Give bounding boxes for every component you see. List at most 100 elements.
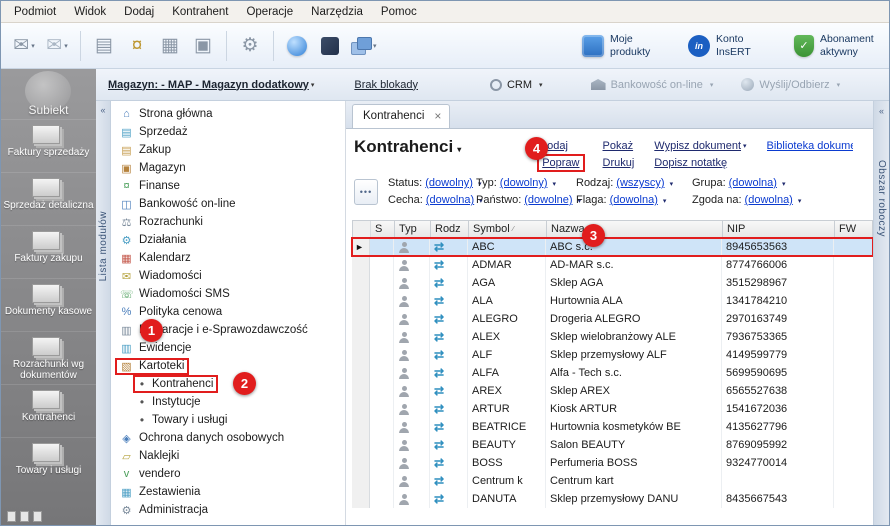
tree-item[interactable]: % Polityka cenowa bbox=[111, 303, 345, 321]
module-button[interactable]: Dokumenty kasowe bbox=[1, 278, 96, 331]
wypisz-dokument-link[interactable]: Wypisz dokument bbox=[654, 140, 741, 152]
tree-item[interactable]: • Instytucje bbox=[111, 393, 345, 411]
row-selector-cell[interactable] bbox=[352, 490, 370, 508]
filter-value[interactable]: (dowolna) bbox=[745, 194, 793, 206]
wyslij-odbierz-button[interactable]: Wyślij/Odbierz ▾ bbox=[741, 78, 840, 91]
header-nazwa[interactable]: Nazwa bbox=[547, 221, 723, 237]
table-row[interactable]: ⇄ ALEGRO Drogeria ALEGRO 2970163749 bbox=[352, 310, 873, 328]
module-button[interactable]: Rozrachunki wg dokumentów bbox=[1, 331, 96, 384]
tree-item[interactable]: ▦ Kalendarz bbox=[111, 249, 345, 267]
table-row[interactable]: ► ⇄ ABC ABC s.c. 8945653563 bbox=[352, 238, 873, 256]
filter-value[interactable]: (dowolne) bbox=[524, 194, 572, 206]
warehouse-document-button[interactable]: ▦ bbox=[155, 27, 185, 65]
workspace-collapse-strip[interactable]: « Obszar roboczy bbox=[873, 101, 889, 525]
menu-item[interactable]: Operacje bbox=[237, 3, 302, 21]
abonament-button[interactable]: Abonament aktywny bbox=[789, 30, 881, 60]
table-row[interactable]: ⇄ AGA Sklep AGA 3515298967 bbox=[352, 274, 873, 292]
view-switch-icon[interactable] bbox=[33, 511, 42, 522]
header-s[interactable]: S bbox=[371, 221, 395, 237]
table-row[interactable]: ⇄ ALFA Alfa - Tech s.c. 5699590695 bbox=[352, 364, 873, 382]
tree-item[interactable]: • Kontrahenci bbox=[111, 375, 345, 393]
table-row[interactable]: ⇄ ALA Hurtownia ALA 1341784210 bbox=[352, 292, 873, 310]
table-row[interactable]: ⇄ BEATRICE Hurtownia kosmetyków BE 41356… bbox=[352, 418, 873, 436]
cash-button[interactable]: ¤ bbox=[122, 27, 152, 65]
row-selector-cell[interactable] bbox=[352, 400, 370, 418]
moje-produkty-button[interactable]: Moje produkty bbox=[577, 30, 671, 60]
table-row[interactable]: ⇄ ADMAR AD-MAR s.c. 8774766006 bbox=[352, 256, 873, 274]
row-selector-cell[interactable] bbox=[352, 310, 370, 328]
tree-item[interactable]: v vendero bbox=[111, 465, 345, 483]
page-title[interactable]: Kontrahenci ▾ bbox=[354, 137, 461, 157]
drukuj-link[interactable]: Drukuj bbox=[603, 157, 635, 169]
tree-item[interactable]: • Towary i usługi bbox=[111, 411, 345, 429]
tab-kontrahenci[interactable]: Kontrahenci × bbox=[352, 104, 450, 128]
row-selector-cell[interactable] bbox=[352, 364, 370, 382]
views-button[interactable]: ▾ bbox=[348, 27, 380, 65]
table-row[interactable]: ⇄ BOSS Perfumeria BOSS 9324770014 bbox=[352, 454, 873, 472]
tree-item[interactable]: ▦ Zestawienia bbox=[111, 483, 345, 501]
table-row[interactable]: ⇄ Centrum k Centrum kart bbox=[352, 472, 873, 490]
table-row[interactable]: ⇄ ALF Sklep przemysłowy ALF 4149599779 bbox=[352, 346, 873, 364]
pokaz-link[interactable]: Pokaż bbox=[603, 140, 634, 152]
menu-item[interactable]: Podmiot bbox=[5, 3, 65, 21]
module-button[interactable]: Kontrahenci bbox=[1, 384, 96, 437]
send-button[interactable]: ✉▾ bbox=[9, 27, 39, 65]
tree-item[interactable]: ☏ Wiadomości SMS bbox=[111, 285, 345, 303]
table-row[interactable]: ⇄ BEAUTY Salon BEAUTY 8769095992 bbox=[352, 436, 873, 454]
row-selector-cell[interactable] bbox=[352, 256, 370, 274]
tree-item[interactable]: ▤ Zakup bbox=[111, 141, 345, 159]
online-services-button[interactable] bbox=[282, 27, 312, 65]
module-button[interactable]: Sprzedaż detaliczna bbox=[1, 172, 96, 225]
close-icon[interactable]: × bbox=[434, 110, 441, 122]
row-selector-cell[interactable] bbox=[352, 436, 370, 454]
row-selector-cell[interactable] bbox=[352, 346, 370, 364]
view-switch-icon[interactable] bbox=[20, 511, 29, 522]
menu-item[interactable]: Kontrahent bbox=[163, 3, 237, 21]
tree-item[interactable]: ▥ Ewidencje bbox=[111, 339, 345, 357]
menu-item[interactable]: Dodaj bbox=[115, 3, 163, 21]
row-selector-cell[interactable] bbox=[352, 274, 370, 292]
table-row[interactable]: ⇄ ALEX Sklep wielobranżowy ALE 793675336… bbox=[352, 328, 873, 346]
crm-selector[interactable]: CRM ▾ bbox=[490, 79, 543, 91]
filter-value[interactable]: (dowolna) bbox=[729, 177, 777, 189]
tree-item[interactable]: ⚖ Rozrachunki bbox=[111, 213, 345, 231]
view-switch-icon[interactable] bbox=[7, 511, 16, 522]
row-selector-cell[interactable] bbox=[352, 472, 370, 490]
table-row[interactable]: ⇄ AREX Sklep AREX 6565527638 bbox=[352, 382, 873, 400]
tree-item[interactable]: ◫ Bankowość on-line bbox=[111, 195, 345, 213]
header-nip[interactable]: NIP bbox=[723, 221, 835, 237]
settings-button[interactable]: ⚙ bbox=[235, 27, 265, 65]
filter-value[interactable]: (dowolna) bbox=[426, 194, 474, 206]
tree-item[interactable]: ▤ Sprzedaż bbox=[111, 123, 345, 141]
tree-item[interactable]: ⚙ Działania bbox=[111, 231, 345, 249]
popraw-link[interactable]: Popraw bbox=[542, 157, 579, 169]
tree-item[interactable]: ▣ Magazyn bbox=[111, 159, 345, 177]
konto-insert-button[interactable]: Konto InsERT bbox=[683, 30, 777, 60]
filter-value[interactable]: (wszyscy) bbox=[616, 177, 664, 189]
row-selector-cell[interactable]: ► bbox=[352, 238, 370, 256]
menu-item[interactable]: Narzędzia bbox=[302, 3, 372, 21]
filter-options-button[interactable]: ••• bbox=[354, 179, 378, 205]
header-fw[interactable]: FW bbox=[835, 221, 865, 237]
row-selector-cell[interactable] bbox=[352, 418, 370, 436]
magazyn-selector[interactable]: Magazyn: - MAP - Magazyn dodatkowy bbox=[108, 79, 309, 91]
row-selector-cell[interactable] bbox=[352, 454, 370, 472]
header-typ[interactable]: Typ bbox=[395, 221, 431, 237]
row-selector-cell[interactable] bbox=[352, 292, 370, 310]
header-symbol[interactable]: Symbol⁄ bbox=[469, 221, 547, 237]
table-row[interactable]: ⇄ ARTUR Kiosk ARTUR 1541672036 bbox=[352, 400, 873, 418]
tree-item[interactable]: ✉ Wiadomości bbox=[111, 267, 345, 285]
tree-item[interactable]: ⌂ Strona główna bbox=[111, 105, 345, 123]
receive-button[interactable]: ✉▾ bbox=[42, 27, 72, 65]
bankowosc-selector[interactable]: Bankowość on-line ▾ bbox=[591, 79, 714, 91]
biblioteka-dokumentow-link[interactable]: Biblioteka dokumentów bbox=[767, 140, 853, 152]
module-button[interactable]: Faktury sprzedaży bbox=[1, 119, 96, 172]
menu-item[interactable]: Pomoc bbox=[372, 3, 426, 21]
tree-item[interactable]: ▱ Naklejki bbox=[111, 447, 345, 465]
row-selector-cell[interactable] bbox=[352, 382, 370, 400]
row-selector-cell[interactable] bbox=[352, 328, 370, 346]
sales-document-button[interactable]: ▤ bbox=[89, 27, 119, 65]
brak-blokady-link[interactable]: Brak blokady bbox=[354, 79, 418, 91]
table-row[interactable]: ⇄ DANUTA Sklep przemysłowy DANU 84356675… bbox=[352, 490, 873, 508]
filter-value[interactable]: (dowolna) bbox=[610, 194, 658, 206]
